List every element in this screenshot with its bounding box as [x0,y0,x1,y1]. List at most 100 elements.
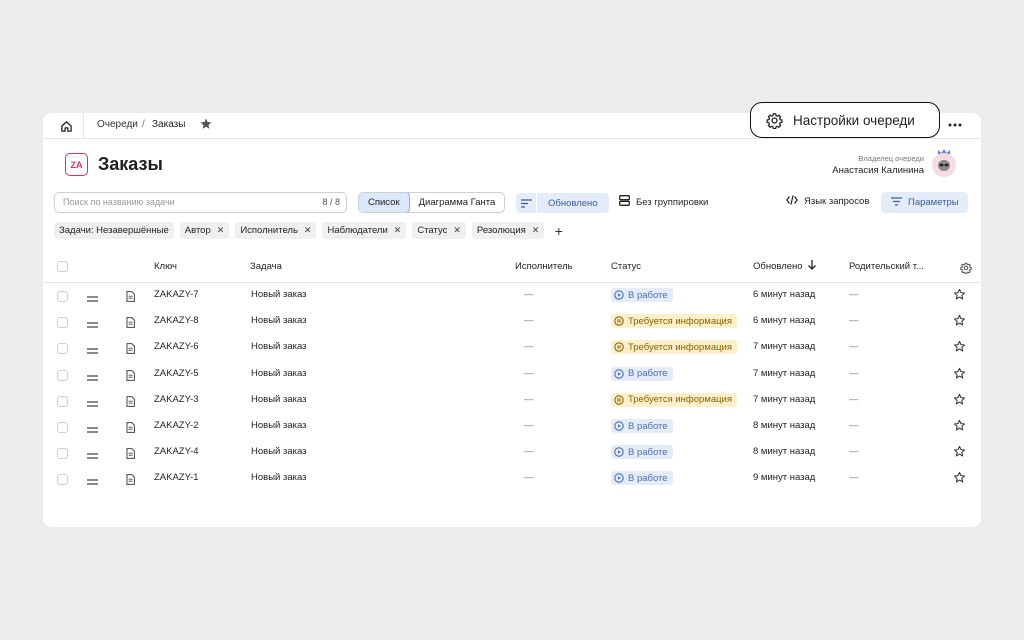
document-icon [126,394,135,412]
issue-title[interactable]: Новый заказ [251,341,307,352]
issue-key[interactable]: ZAKAZY-7 [154,289,199,300]
issue-key[interactable]: ZAKAZY-6 [154,341,199,352]
status-badge[interactable]: Требуется информация [611,392,737,407]
star-icon[interactable] [953,445,966,463]
select-all-checkbox[interactable] [57,261,68,272]
grouping-icon [619,195,630,209]
avatar[interactable] [932,153,956,177]
issue-parent: — [849,446,859,458]
sort-control[interactable]: Обновлено [516,193,609,213]
issue-parent: — [849,341,859,353]
owner-name[interactable]: Анастасия Калинина [832,165,924,176]
favorite-star-icon[interactable] [199,117,213,136]
breadcrumb-queues[interactable]: Очереди [97,119,138,130]
row-checkbox[interactable] [57,422,68,433]
table-row[interactable]: ZAKAZY-3 Новый заказ — Требуется информация… [43,388,981,414]
table-row[interactable]: ZAKAZY-2 Новый заказ — В работе 8 минут наза… [43,414,981,440]
remove-filter-icon[interactable]: ✕ [304,225,312,236]
star-icon[interactable] [953,314,966,332]
filter-chip[interactable]: Статус ✕ [412,222,466,239]
column-updated[interactable]: Обновлено [753,261,803,272]
view-list-button[interactable]: Список [359,193,410,212]
sort-icon[interactable] [516,193,537,213]
filter-chip[interactable]: Наблюдатели ✕ [322,222,407,239]
issue-title[interactable]: Новый заказ [251,446,307,457]
column-parent[interactable]: Родительский т... [849,261,924,272]
search-input[interactable] [61,196,295,208]
filter-chip[interactable]: Автор ✕ [179,222,230,239]
status-badge[interactable]: В работе [611,445,673,460]
sort-label[interactable]: Обновлено [537,193,609,213]
drag-handle-icon[interactable] [87,316,98,334]
row-checkbox[interactable] [57,369,68,381]
status-badge[interactable]: В работе [611,366,673,381]
issue-title[interactable]: Новый заказ [251,394,307,405]
column-assignee[interactable]: Исполнитель [515,261,573,272]
filter-chip[interactable]: Исполнитель ✕ [235,222,317,239]
grouping-button[interactable]: Без группировки [619,195,708,209]
document-icon [126,446,135,464]
queue-settings-button[interactable]: Настройки очереди [750,102,940,138]
column-key[interactable]: Ключ [154,261,177,272]
column-status[interactable]: Статус [611,261,641,272]
table-row[interactable]: ZAKAZY-7 Новый заказ — В работе 6 минут наза… [43,283,981,309]
issue-key[interactable]: ZAKAZY-1 [154,472,199,483]
table-row[interactable]: ZAKAZY-6 Новый заказ — Требуется информация… [43,335,981,361]
issue-key[interactable]: ZAKAZY-8 [154,315,199,326]
star-icon[interactable] [953,419,966,437]
row-checkbox[interactable] [57,343,68,355]
home-icon[interactable] [57,117,75,135]
star-icon[interactable] [953,393,966,411]
remove-filter-icon[interactable]: ✕ [394,225,402,236]
row-checkbox[interactable] [57,291,68,302]
star-icon[interactable] [953,367,966,385]
queue-card: Очереди / Заказы Настройки очереди ZA За… [43,102,981,527]
star-icon[interactable] [953,340,966,358]
row-checkbox[interactable] [57,474,68,486]
drag-handle-icon[interactable] [87,473,98,491]
issue-title[interactable]: Новый заказ [251,368,307,379]
column-task[interactable]: Задача [250,261,282,272]
drag-handle-icon[interactable] [87,421,98,439]
issue-title[interactable]: Новый заказ [251,420,307,431]
column-settings-icon[interactable] [960,261,972,279]
add-filter-icon[interactable]: + [550,222,567,239]
issue-key[interactable]: ZAKAZY-2 [154,420,199,431]
status-badge[interactable]: Требуется информация [611,314,737,329]
parameters-button[interactable]: Параметры [881,192,968,213]
table-row[interactable]: ZAKAZY-4 Новый заказ — В работе 8 минут наза… [43,440,981,466]
drag-handle-icon[interactable] [87,447,98,465]
status-badge[interactable]: В работе [611,419,673,433]
drag-handle-icon[interactable] [87,395,98,413]
search-field[interactable]: 8 / 8 [54,192,347,213]
query-language-button[interactable]: Язык запросов [786,195,869,208]
issue-key[interactable]: ZAKAZY-5 [154,368,199,379]
row-checkbox[interactable] [57,317,68,329]
status-badge[interactable]: Требуется информация [611,340,737,355]
drag-handle-icon[interactable] [87,342,98,360]
drag-handle-icon[interactable] [87,369,98,387]
filter-chip[interactable]: Задачи: Незавершённые [54,222,174,239]
row-checkbox[interactable] [57,395,68,407]
issue-title[interactable]: Новый заказ [251,315,307,326]
table-row[interactable]: ZAKAZY-8 Новый заказ — Требуется информация… [43,309,981,335]
sort-desc-icon[interactable] [807,259,817,274]
star-icon[interactable] [953,471,966,489]
issue-title[interactable]: Новый заказ [251,472,307,483]
drag-handle-icon[interactable] [87,290,98,308]
remove-filter-icon[interactable]: ✕ [453,225,461,236]
issue-key[interactable]: ZAKAZY-3 [154,394,199,405]
issue-key[interactable]: ZAKAZY-4 [154,446,199,457]
star-icon[interactable] [953,288,966,306]
ellipsis-icon[interactable] [945,116,965,134]
row-checkbox[interactable] [57,448,68,460]
table-row[interactable]: ZAKAZY-1 Новый заказ — В работе 9 минут наза… [43,466,981,492]
status-badge[interactable]: В работе [611,471,673,486]
status-badge[interactable]: В работе [611,288,673,302]
view-gantt-button[interactable]: Диаграмма Ганта [410,193,505,212]
issue-title[interactable]: Новый заказ [251,289,307,300]
filter-chip[interactable]: Резолюция ✕ [471,222,545,239]
remove-filter-icon[interactable]: ✕ [217,225,225,236]
remove-filter-icon[interactable]: ✕ [532,225,540,236]
table-row[interactable]: ZAKAZY-5 Новый заказ — В работе 7 минут наза… [43,362,981,388]
